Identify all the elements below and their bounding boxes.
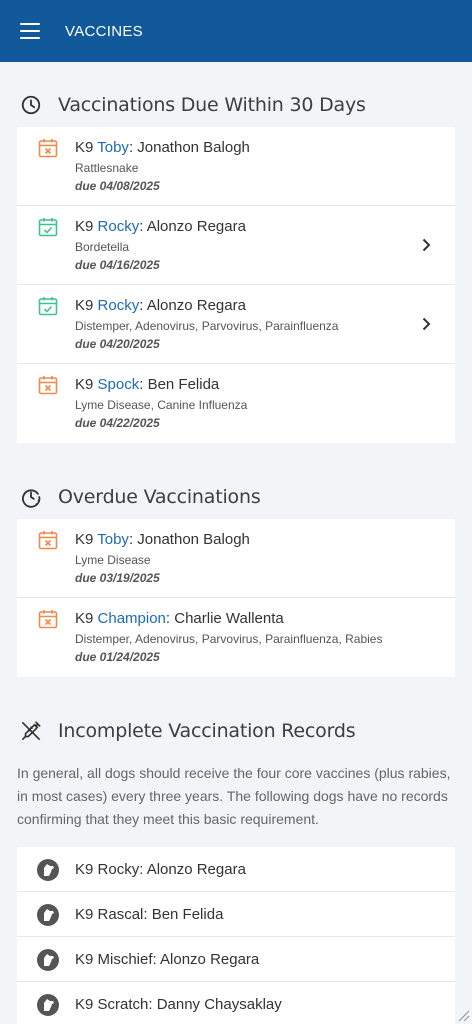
incomplete-item[interactable]: K9 Rocky: Alonzo Regara [17,847,455,892]
vaccine-list: Bordetella [75,240,130,254]
incomplete-item[interactable]: K9 Scratch: Danny Chaysaklay [17,982,455,1024]
overdue-item[interactable]: K9 Champion: Charlie Wallenta Distemper,… [17,598,455,677]
dog-head-icon [37,859,59,881]
calendar-x-icon [38,531,58,550]
vaccine-list: Lyme Disease [75,553,151,567]
due-date: due 04/16/2025 [75,258,160,272]
vaccine-list: Distemper, Adenovirus, Parvovirus, Parai… [75,319,339,333]
dog-name-link[interactable]: Spock [98,376,140,393]
due-soon-section-header: Vaccinations Due Within 30 Days [0,92,472,118]
overdue-list: K9 Toby: Jonathon Balogh Lyme Disease du… [17,519,455,677]
dog-name-link[interactable]: Champion [98,610,166,627]
incomplete-section-header: Incomplete Vaccination Records [0,718,472,744]
overdue-item[interactable]: K9 Toby: Jonathon Balogh Lyme Disease du… [17,519,455,598]
overdue-heading: Overdue Vaccinations [58,486,261,508]
due-date: due 03/19/2025 [75,571,160,585]
clock-icon [21,95,41,115]
vaccine-list: Lyme Disease, Canine Influenza [75,398,248,412]
incomplete-item[interactable]: K9 Mischief: Alonzo Regara [17,937,455,982]
app-bar: VACCINES [0,0,472,62]
handler-name: Charlie Wallenta [174,610,284,627]
calendar-check-icon [38,218,58,237]
dog-head-icon [37,994,59,1016]
dog-name-link[interactable]: Toby [97,531,129,548]
due-soon-item[interactable]: K9 Toby: Jonathon Balogh Rattlesnake due… [17,127,455,206]
clock-alert-icon [21,489,41,508]
syringe-off-icon [21,721,41,741]
item-title: K9 Toby: Jonathon Balogh [75,139,250,156]
calendar-check-icon [38,297,58,316]
due-date: due 01/24/2025 [75,650,160,664]
resize-grip-icon[interactable] [456,1008,470,1022]
chevron-right-icon[interactable] [421,238,431,252]
dog-name-link[interactable]: Rocky [98,218,140,235]
due-date: due 04/20/2025 [75,337,160,351]
due-date: due 04/08/2025 [75,179,160,193]
item-title: K9 Champion: Charlie Wallenta [75,610,284,627]
incomplete-item-label: K9 Scratch: Danny Chaysaklay [75,995,282,1013]
hamburger-menu-icon[interactable] [20,23,40,39]
incomplete-item[interactable]: K9 Rascal: Ben Felida [17,892,455,937]
incomplete-description: In general, all dogs should receive the … [17,765,451,827]
handler-name: Alonzo Regara [146,218,246,235]
due-soon-heading: Vaccinations Due Within 30 Days [58,94,366,116]
handler-name: Ben Felida [147,376,220,393]
calendar-x-icon [38,139,58,158]
handler-name: Alonzo Regara [146,297,246,314]
item-title: K9 Toby: Jonathon Balogh [75,531,250,548]
due-soon-item[interactable]: K9 Spock: Ben Felida Lyme Disease, Canin… [17,364,455,443]
due-soon-item[interactable]: K9 Rocky: Alonzo Regara Distemper, Adeno… [17,285,455,364]
item-title: K9 Rocky: Alonzo Regara [75,297,246,314]
page-title: VACCINES [65,22,143,40]
calendar-x-icon [38,610,58,629]
incomplete-heading: Incomplete Vaccination Records [58,720,356,742]
handler-name: Jonathon Balogh [137,531,250,548]
overdue-section-header: Overdue Vaccinations [0,484,472,510]
due-date: due 04/22/2025 [75,416,160,430]
incomplete-item-label: K9 Rocky: Alonzo Regara [75,860,246,878]
due-soon-list: K9 Toby: Jonathon Balogh Rattlesnake due… [17,127,455,443]
vaccine-list: Rattlesnake [75,161,139,175]
handler-name: Jonathon Balogh [137,139,250,156]
incomplete-item-label: K9 Mischief: Alonzo Regara [75,950,260,968]
item-title: K9 Rocky: Alonzo Regara [75,218,246,235]
incomplete-list: K9 Rocky: Alonzo Regara K9 Rascal: Ben F… [17,847,455,1024]
vaccine-list: Distemper, Adenovirus, Parvovirus, Parai… [75,632,383,646]
dog-name-link[interactable]: Rocky [98,297,140,314]
dog-head-icon [37,949,59,971]
incomplete-item-label: K9 Rascal: Ben Felida [75,905,224,923]
chevron-right-icon[interactable] [421,317,431,331]
calendar-x-icon [38,376,58,395]
item-title: K9 Spock: Ben Felida [75,376,220,393]
dog-head-icon [37,904,59,926]
dog-name-link[interactable]: Toby [97,139,129,156]
due-soon-item[interactable]: K9 Rocky: Alonzo Regara Bordetella due 0… [17,206,455,285]
